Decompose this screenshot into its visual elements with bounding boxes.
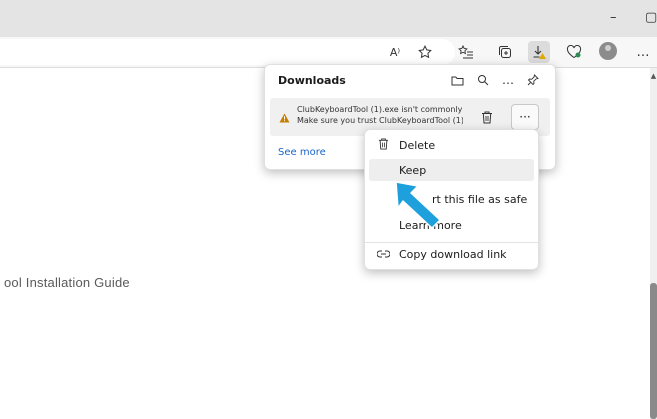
pin-icon[interactable] [524,71,542,89]
download-warning-text: ClubKeyboardTool (1).exe isn't commonly … [297,105,463,114]
trash-icon [376,138,390,153]
restore-button[interactable]: ▢ [645,10,657,25]
favorites-icon[interactable] [455,41,477,63]
menu-item-label: Copy download link [399,247,507,261]
pointer-arrow-icon [395,181,441,229]
download-more-actions-button[interactable]: ··· [511,104,539,130]
menu-item-delete[interactable]: Delete [369,134,534,156]
search-icon[interactable] [474,71,492,89]
downloads-icon[interactable] [528,41,550,63]
menu-item-label: Keep [399,163,427,177]
link-icon [376,248,390,261]
menu-item-copy-link[interactable]: Copy download link [369,243,534,265]
more-options-icon[interactable]: … [499,71,517,89]
collections-icon[interactable] [494,41,516,63]
page-heading: ool Installation Guide [4,275,130,290]
downloads-title: Downloads [278,74,346,87]
more-options-icon[interactable]: … [632,41,654,63]
menu-item-label: rt this file as safe [432,192,528,206]
title-bar: – ▢ [0,0,657,37]
profile-avatar[interactable] [599,42,617,60]
menu-item-label: Delete [399,138,436,152]
extensions-icon[interactable] [563,41,585,63]
favorite-star-icon[interactable] [414,41,436,63]
read-aloud-icon[interactable]: A⁾ [384,41,406,63]
see-more-link[interactable]: See more [278,147,326,158]
scrollbar-thumb[interactable] [650,283,657,419]
scroll-up-icon[interactable]: ▲ [650,72,657,80]
open-folder-icon[interactable] [448,71,466,89]
download-warning-subtext: Make sure you trust ClubKeyboardTool (1)… [297,116,463,125]
warning-icon [279,108,290,127]
minimize-button[interactable]: – [610,10,617,25]
delete-download-icon[interactable] [478,108,496,126]
download-context-menu: Delete Keep rt this file as safe Learn m… [364,129,539,270]
menu-item-keep[interactable]: Keep [369,159,534,181]
